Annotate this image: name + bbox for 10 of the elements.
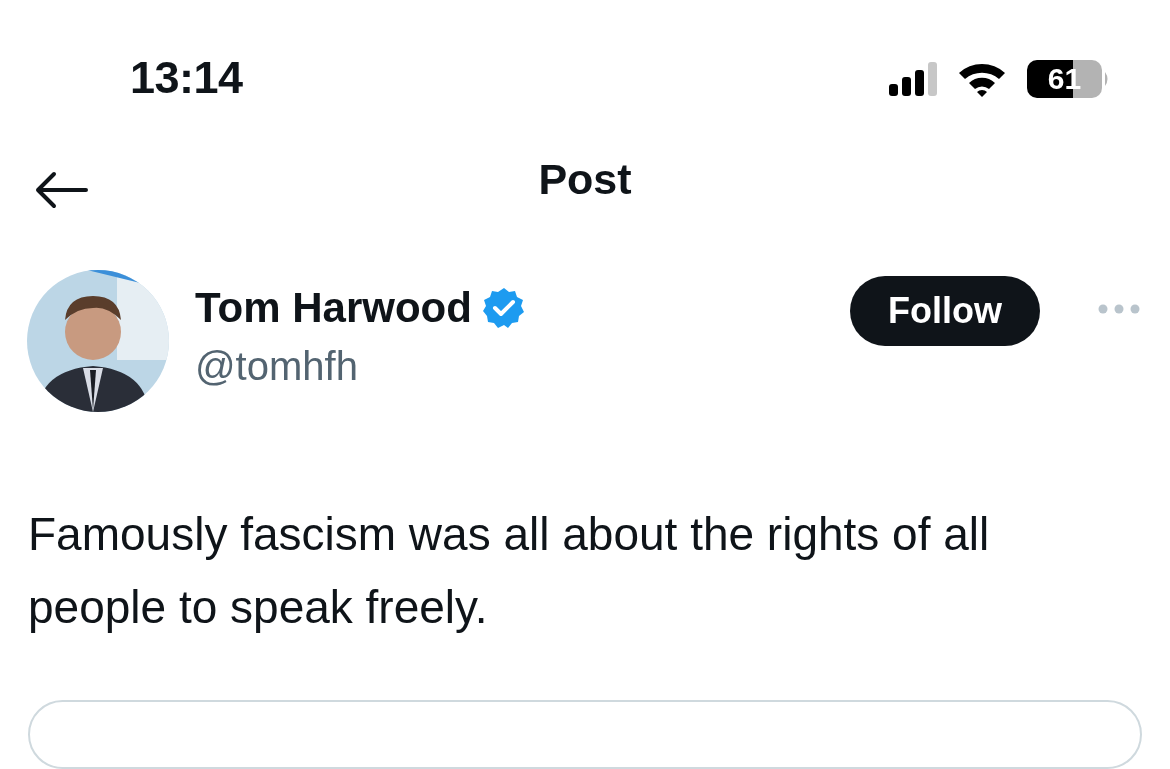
back-arrow-icon[interactable]: [34, 170, 88, 211]
page-title: Post: [538, 154, 632, 204]
wifi-icon: [957, 61, 1007, 97]
follow-button[interactable]: Follow: [850, 276, 1040, 347]
author-handle[interactable]: @tomhfh: [195, 342, 824, 391]
author-name[interactable]: Tom Harwood: [195, 284, 472, 333]
status-time: 13:14: [130, 52, 243, 104]
battery-cap-icon: [1105, 72, 1110, 86]
signal-icon: [889, 62, 937, 96]
post-text: Famously fascism was all about the rights of all people to speak freely.: [28, 507, 991, 636]
